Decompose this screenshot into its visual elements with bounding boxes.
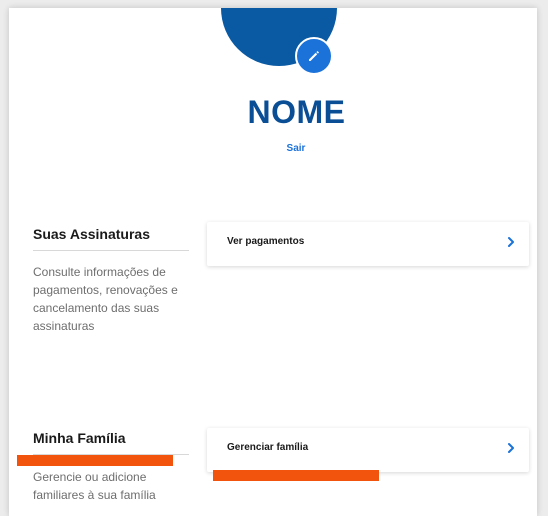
redaction-mark <box>17 455 173 466</box>
chevron-right-icon <box>508 237 514 247</box>
view-payments-label: Ver pagamentos <box>227 236 305 247</box>
manage-family-card[interactable]: Gerenciar família <box>207 428 529 472</box>
subscriptions-title: Suas Assinaturas <box>33 226 189 251</box>
view-payments-card[interactable]: Ver pagamentos <box>207 222 529 266</box>
subscriptions-description: Consulte informações de pagamentos, reno… <box>33 265 178 333</box>
family-title: Minha Família <box>33 430 189 455</box>
pencil-icon <box>309 51 319 61</box>
logout-link[interactable]: Sair <box>9 143 537 154</box>
chevron-right-icon <box>508 443 514 453</box>
profile-name: NOME <box>247 94 346 130</box>
manage-family-label: Gerenciar família <box>227 442 309 453</box>
family-description: Gerencie ou adicione familiares à sua fa… <box>33 470 156 502</box>
account-panel: NOME Sair Suas Assinaturas Consulte info… <box>9 8 537 516</box>
redaction-mark <box>213 470 379 481</box>
edit-profile-button[interactable] <box>295 37 333 75</box>
